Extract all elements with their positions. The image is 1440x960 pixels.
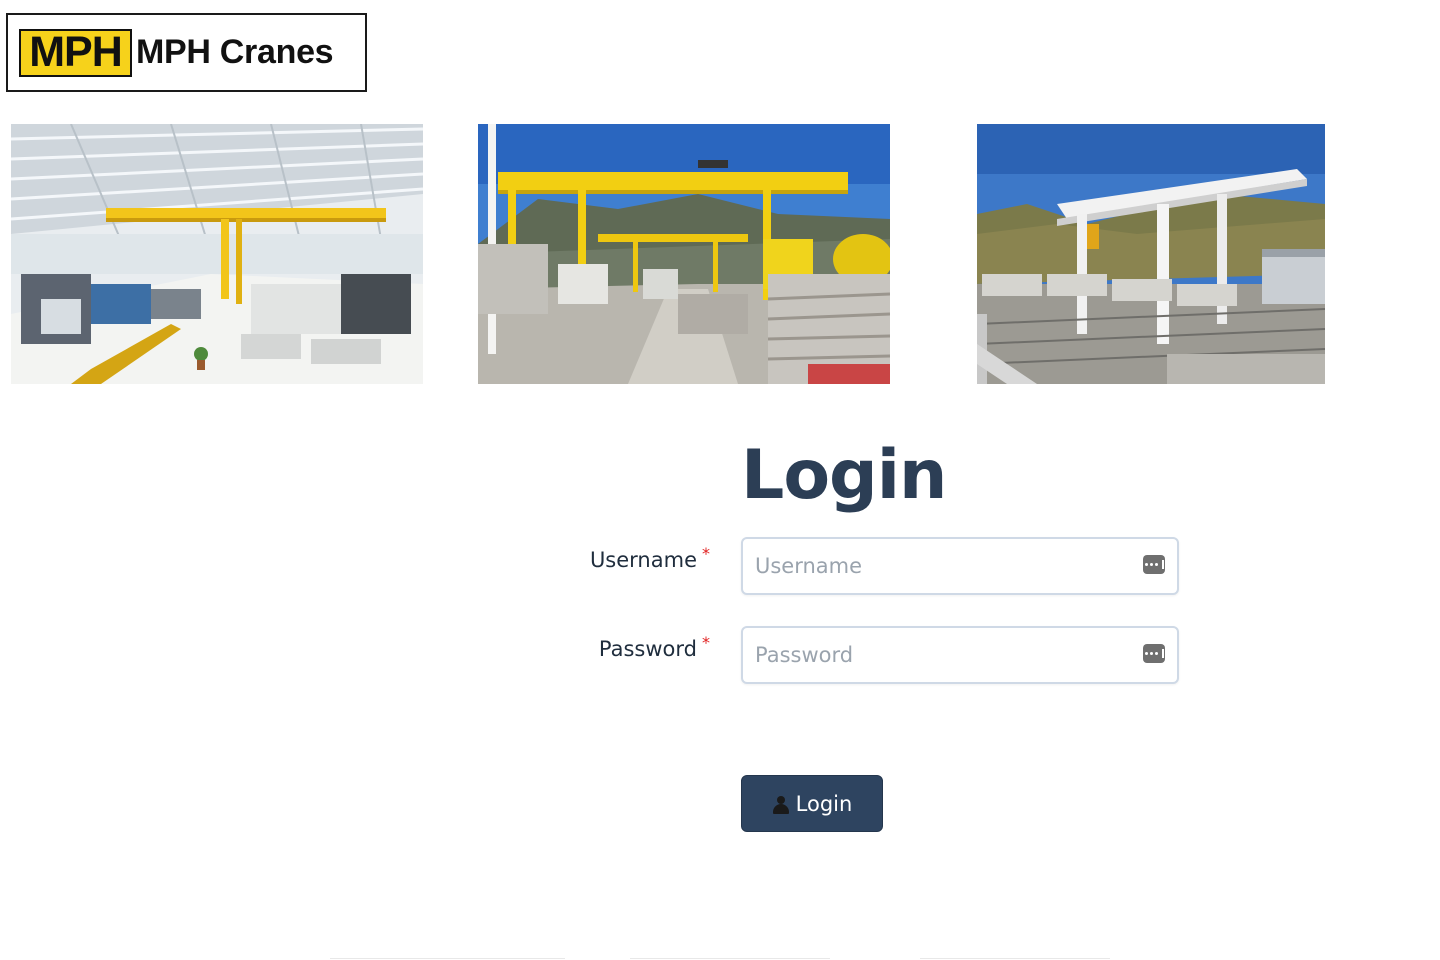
password-label: Password * <box>598 633 710 661</box>
username-field[interactable] <box>741 537 1179 595</box>
white-gantry-crane-photo <box>977 124 1325 384</box>
logo-mark: MPH <box>19 28 132 77</box>
username-label-text: Username <box>589 548 697 572</box>
divider <box>630 958 830 959</box>
password-label-text: Password <box>598 637 697 661</box>
username-input[interactable] <box>743 539 1113 593</box>
key-icon[interactable] <box>1143 644 1165 663</box>
password-field[interactable] <box>741 626 1179 684</box>
page-title: Login <box>741 436 947 515</box>
divider <box>920 958 1110 959</box>
workshop-crane-photo <box>11 124 423 384</box>
divider <box>330 958 565 959</box>
required-marker: * <box>702 544 710 563</box>
user-icon <box>772 795 790 814</box>
yellow-gantry-crane-photo <box>478 124 890 384</box>
key-icon[interactable] <box>1143 555 1165 574</box>
login-button-label: Login <box>795 791 853 816</box>
username-label: Username * <box>589 544 710 572</box>
password-input[interactable] <box>743 628 1113 682</box>
login-button[interactable]: Login <box>741 775 883 832</box>
logo: MPH MPH Cranes <box>6 13 367 92</box>
logo-name: MPH Cranes <box>136 33 334 71</box>
required-marker: * <box>702 633 710 652</box>
